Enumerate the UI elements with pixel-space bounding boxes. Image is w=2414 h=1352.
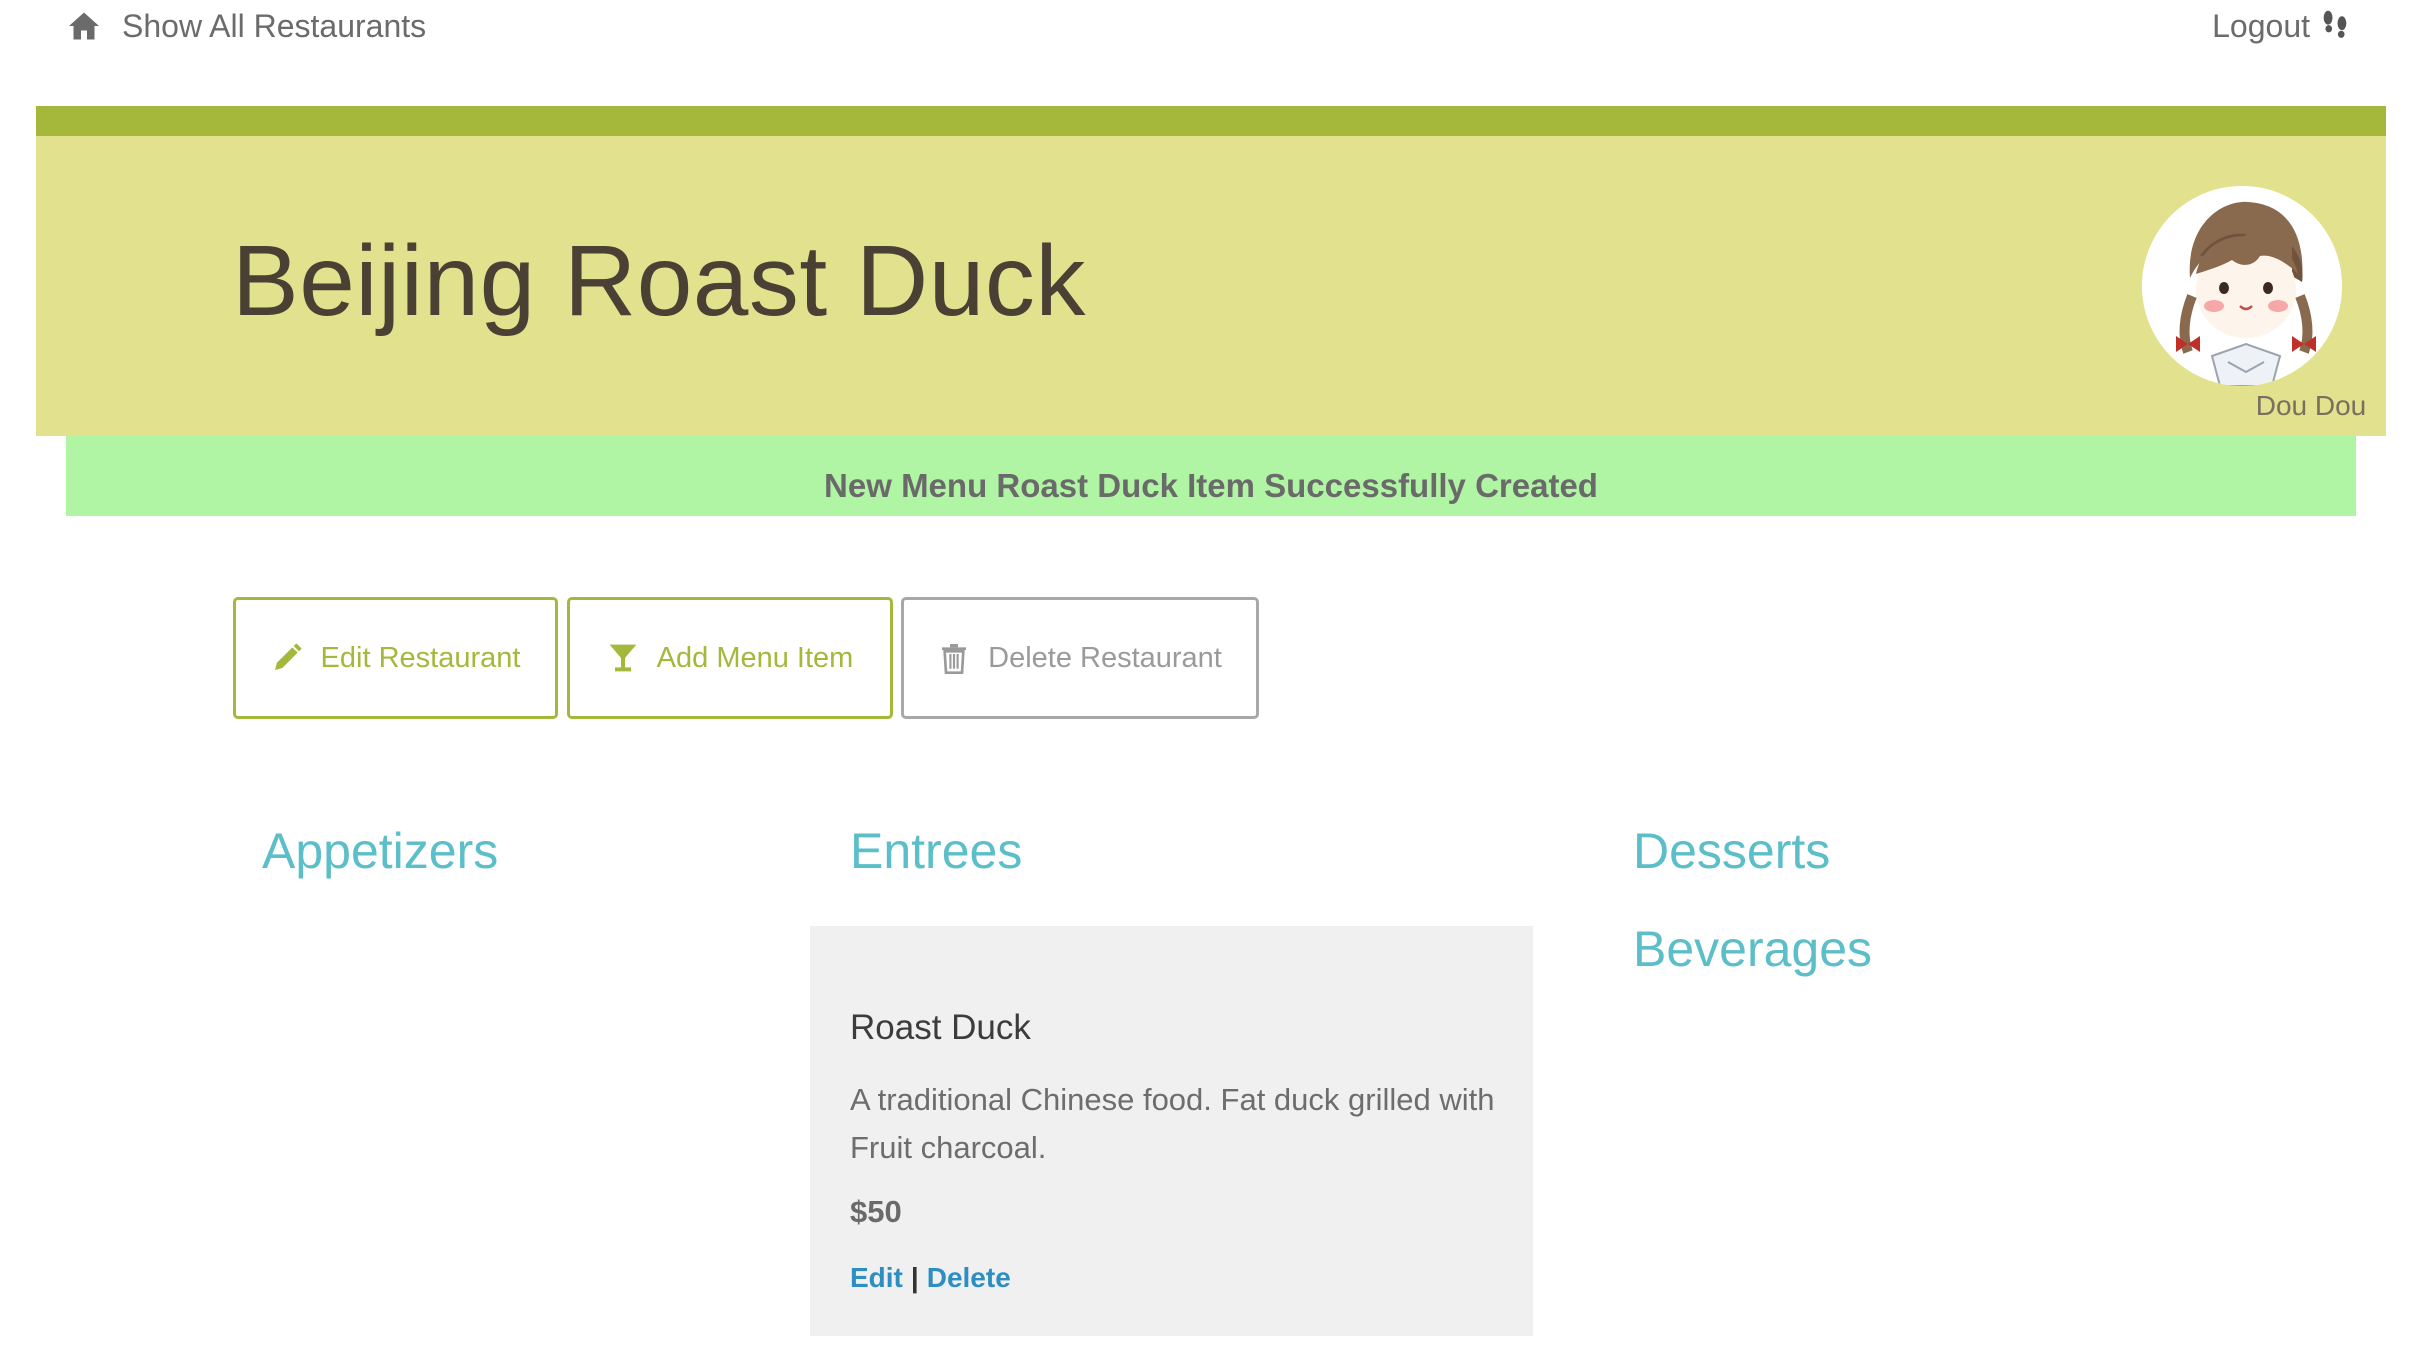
menu-item-name: Roast Duck xyxy=(850,1008,1031,1047)
delete-restaurant-label: Delete Restaurant xyxy=(988,641,1222,674)
add-menu-item-button[interactable]: Add Menu Item xyxy=(567,597,893,719)
entrees-heading: Entrees xyxy=(850,823,1023,879)
logout-label: Logout xyxy=(2212,7,2310,44)
home-icon xyxy=(69,12,99,40)
footprints-icon xyxy=(2323,10,2347,38)
menu-item-price: $50 xyxy=(850,1194,902,1229)
flash-message-text: New Menu Roast Duck Item Successfully Cr… xyxy=(824,467,1598,504)
logout-link[interactable]: Logout xyxy=(2212,2,2352,50)
delete-restaurant-button[interactable]: Delete Restaurant xyxy=(901,597,1259,719)
username: Dou Dou xyxy=(2255,390,2367,421)
add-menu-item-label: Add Menu Item xyxy=(656,641,854,674)
menu-item-card: Roast Duck A traditional Chinese food. F… xyxy=(810,926,1533,1336)
edit-restaurant-label: Edit Restaurant xyxy=(320,641,521,674)
show-all-restaurants-link[interactable]: Show All Restaurants xyxy=(66,2,426,50)
pencil-icon xyxy=(274,643,302,670)
menu-item-description: A traditional Chinese food. Fat duck gri… xyxy=(850,1082,1495,1165)
top-nav: Show All Restaurants Logout xyxy=(0,0,2414,80)
cocktail-glass-icon xyxy=(609,644,637,672)
avatar-illustration xyxy=(2142,186,2342,386)
desserts-heading: Desserts xyxy=(1633,823,1831,879)
show-all-restaurants-label: Show All Restaurants xyxy=(122,7,427,44)
appetizers-heading: Appetizers xyxy=(262,823,499,879)
menu-item-actions: Edit | Delete xyxy=(850,1262,1011,1294)
restaurant-header: Beijing Roast Duck Dou Dou xyxy=(36,136,2386,436)
menu-item-edit-link[interactable]: Edit xyxy=(850,1262,903,1293)
menu-item-action-separator: | xyxy=(910,1262,919,1293)
header-accent-strip xyxy=(36,106,2386,136)
flash-message: New Menu Roast Duck Item Successfully Cr… xyxy=(66,436,2356,516)
avatar xyxy=(2142,186,2342,386)
menu-item-delete-link[interactable]: Delete xyxy=(927,1262,1011,1293)
restaurant-title: Beijing Roast Duck xyxy=(232,225,1086,337)
edit-restaurant-button[interactable]: Edit Restaurant xyxy=(233,597,558,719)
beverages-heading: Beverages xyxy=(1633,921,1873,977)
trash-icon xyxy=(942,644,967,674)
